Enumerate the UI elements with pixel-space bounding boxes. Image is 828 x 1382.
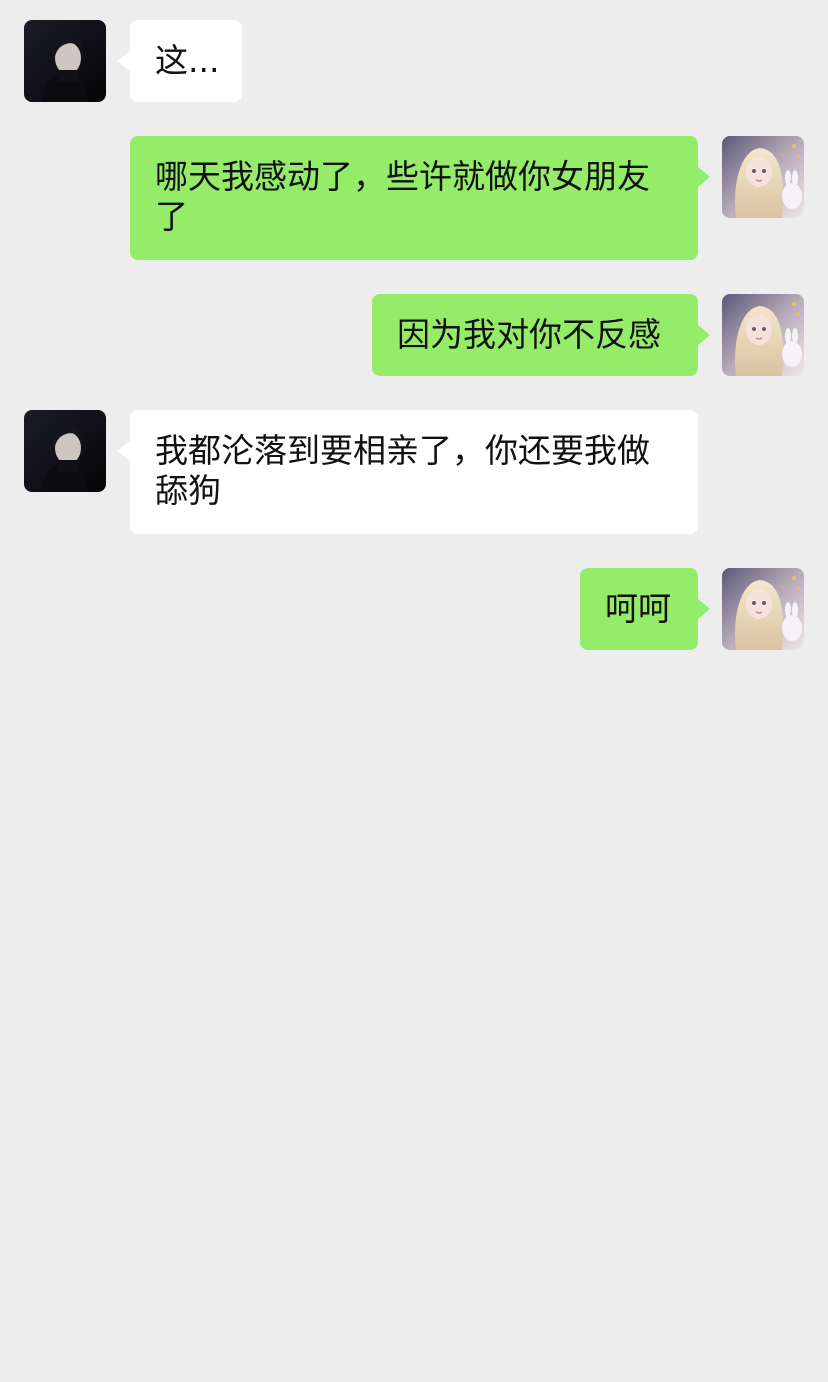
chat-area: 这... 哪天我感动了，些许就做你女朋友了 因为我对你不反感 我都沦落到要相亲了… [0, 0, 828, 1382]
message-text: 哪天我感动了，些许就做你女朋友了 [155, 157, 650, 236]
girl-avatar[interactable] [722, 294, 804, 376]
girl-avatar[interactable] [722, 568, 804, 650]
message-bubble-outgoing[interactable]: 呵呵 [580, 568, 710, 650]
message-bubble-outgoing[interactable]: 因为我对你不反感 [372, 294, 710, 376]
message-text: 这... [155, 41, 220, 80]
message-text: 我都沦落到要相亲了，你还要我做舔狗 [155, 431, 650, 510]
message-bubble-incoming[interactable]: 我都沦落到要相亲了，你还要我做舔狗 [118, 410, 698, 534]
message-bubble-outgoing[interactable]: 哪天我感动了，些许就做你女朋友了 [130, 136, 710, 260]
message-text: 因为我对你不反感 [397, 315, 661, 354]
message-bubble-incoming[interactable]: 这... [118, 20, 242, 102]
message-text: 呵呵 [605, 589, 671, 628]
boy-avatar[interactable] [24, 20, 106, 102]
boy-avatar[interactable] [24, 410, 106, 492]
girl-avatar[interactable] [722, 136, 804, 218]
